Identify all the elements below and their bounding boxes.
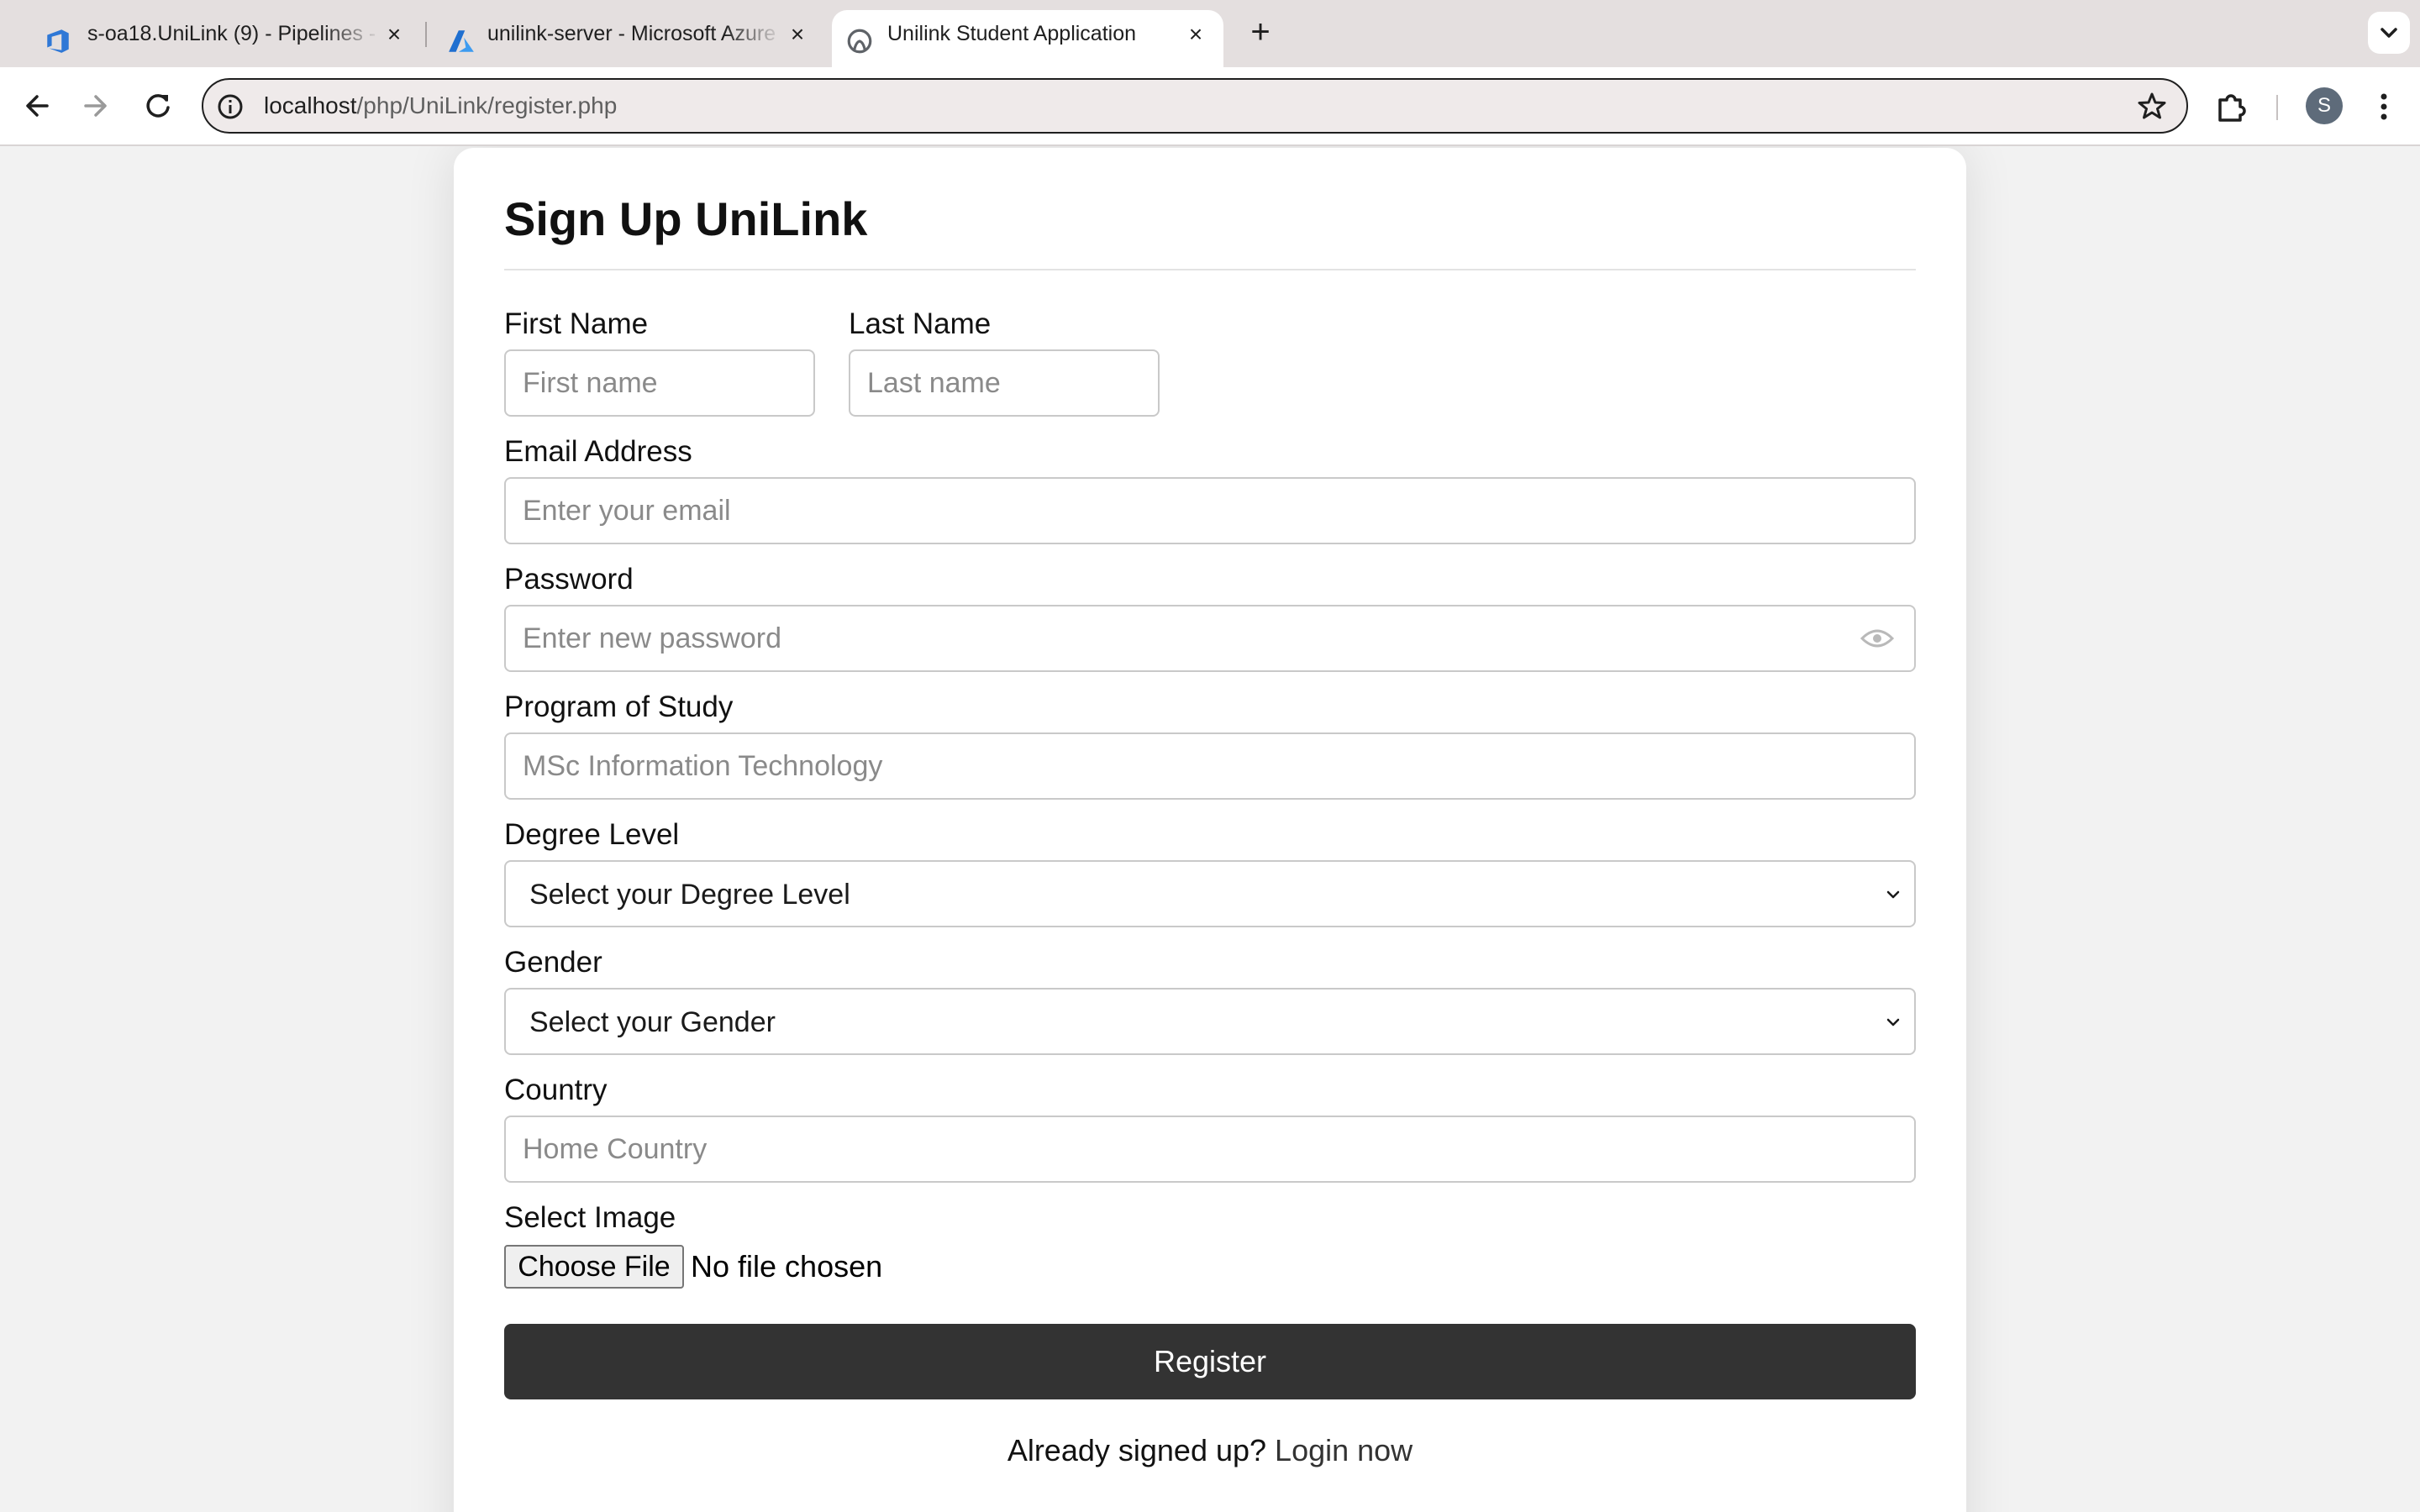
- first-name-label: First Name: [504, 307, 649, 340]
- close-icon[interactable]: ×: [380, 20, 408, 49]
- tab-title: Unilink Student Application: [887, 22, 1137, 45]
- gender-label: Gender: [504, 946, 602, 979]
- password-field-wrapper: [504, 605, 1916, 672]
- globe-icon: [847, 29, 872, 54]
- address-bar[interactable]: localhost/php/UniLink/register.php: [202, 78, 2188, 134]
- first-name-input[interactable]: [504, 349, 815, 417]
- password-input[interactable]: [504, 605, 1916, 672]
- tab-strip: s-oa18.UniLink (9) - Pipelines - Overvie…: [0, 0, 2420, 67]
- extensions-icon[interactable]: [2212, 87, 2251, 126]
- profile-avatar[interactable]: S: [2306, 87, 2343, 124]
- tab-unilink[interactable]: Unilink Student Application ×: [832, 10, 1223, 67]
- email-input[interactable]: [504, 477, 1916, 544]
- degree-select[interactable]: Select your Degree Level: [504, 860, 1916, 927]
- tab-separator: [425, 22, 427, 47]
- tab-title: unilink-server - Microsoft Azure: [487, 22, 776, 45]
- tab-title: s-oa18.UniLink (9) - Pipelines - Overvie…: [87, 22, 381, 45]
- more-menu-icon[interactable]: [2365, 87, 2403, 126]
- page-title: Sign Up UniLink: [504, 192, 868, 245]
- url-path: /php/UniLink/register.php: [356, 92, 618, 118]
- program-label: Program of Study: [504, 690, 734, 723]
- password-label: Password: [504, 563, 634, 596]
- bookmark-star-icon[interactable]: [2136, 90, 2168, 122]
- last-name-input[interactable]: [849, 349, 1160, 417]
- url-host: localhost: [264, 92, 357, 118]
- choose-file-button[interactable]: Choose File: [504, 1245, 684, 1289]
- new-tab-button[interactable]: +: [1242, 15, 1279, 52]
- country-input[interactable]: [504, 1116, 1916, 1183]
- email-label: Email Address: [504, 435, 692, 468]
- browser-toolbar: localhost/php/UniLink/register.php S: [0, 67, 2420, 146]
- signin-prompt-text: Already signed up?: [1007, 1433, 1267, 1467]
- chevron-down-icon: [1886, 1018, 1900, 1026]
- login-link[interactable]: Login now: [1275, 1433, 1413, 1467]
- login-prompt: Already signed up? Login now: [454, 1433, 1966, 1468]
- program-input[interactable]: [504, 732, 1916, 800]
- toolbar-divider: [2276, 95, 2278, 120]
- azure-icon: [449, 30, 474, 52]
- forward-icon[interactable]: [74, 84, 118, 128]
- close-icon[interactable]: ×: [783, 20, 812, 49]
- info-icon[interactable]: [215, 92, 245, 122]
- register-button[interactable]: Register: [504, 1324, 1916, 1399]
- chevron-down-icon: [2381, 28, 2397, 38]
- country-label: Country: [504, 1074, 608, 1106]
- signup-card: Sign Up UniLink First Name Last Name Ema…: [454, 148, 1966, 1512]
- page-viewport: Sign Up UniLink First Name Last Name Ema…: [0, 146, 2420, 1512]
- close-icon[interactable]: ×: [1181, 20, 1210, 49]
- reload-icon[interactable]: [136, 84, 180, 128]
- gender-select[interactable]: Select your Gender: [504, 988, 1916, 1055]
- tab-pipelines[interactable]: s-oa18.UniLink (9) - Pipelines - Overvie…: [25, 10, 429, 67]
- degree-select-value: Select your Degree Level: [529, 879, 850, 911]
- tab-search-button[interactable]: [2368, 12, 2410, 54]
- chevron-down-icon: [1886, 890, 1900, 899]
- gender-select-value: Select your Gender: [529, 1006, 776, 1038]
- last-name-label: Last Name: [849, 307, 992, 340]
- image-label: Select Image: [504, 1201, 676, 1234]
- degree-label: Degree Level: [504, 818, 680, 851]
- show-password-eye-icon[interactable]: [1860, 627, 1894, 650]
- title-divider: [504, 269, 1916, 270]
- azure-devops-icon: [47, 29, 69, 53]
- tab-azure[interactable]: unilink-server - Microsoft Azure ×: [432, 10, 827, 67]
- url-text[interactable]: localhost/php/UniLink/register.php: [264, 80, 617, 132]
- file-status-text: No file chosen: [691, 1249, 883, 1284]
- back-icon[interactable]: [15, 84, 59, 128]
